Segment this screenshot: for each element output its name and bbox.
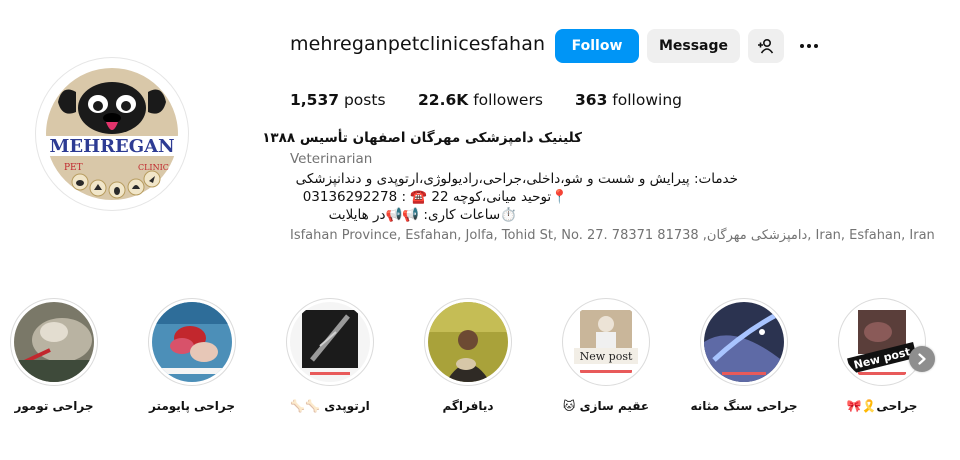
highlight-cover[interactable]: New post [562, 298, 650, 386]
chevron-right-icon [918, 353, 926, 365]
posts-count: 1,537 [290, 91, 340, 109]
highlight-cover[interactable] [286, 298, 374, 386]
highlight-item[interactable]: ارتوپدی 🦴🦴 [284, 298, 376, 413]
highlight-label: ارتوپدی 🦴🦴 [290, 399, 370, 413]
followers-count: 22.6K [418, 91, 469, 109]
posts-stat: 1,537 posts [290, 91, 386, 109]
highlight-label: جراحی تومور [14, 399, 94, 413]
following-stat[interactable]: 363 following [575, 91, 682, 109]
following-label: following [612, 91, 682, 109]
avatar-pet-text: PET [64, 163, 83, 173]
more-options-icon [800, 44, 804, 48]
highlight-label: جراحی پایومتر [148, 399, 236, 413]
profile-avatar[interactable]: MEHREGAN PET CLINIC [36, 58, 188, 210]
highlights-next-button[interactable] [909, 346, 935, 372]
following-count: 363 [575, 91, 608, 109]
highlight-cover[interactable] [10, 298, 98, 386]
highlight-item[interactable]: New post جراحی🎗️🎀 [836, 298, 928, 413]
message-button[interactable]: Message [647, 29, 740, 63]
add-person-icon [758, 38, 774, 54]
avatar-logo-text: MEHREGAN [49, 136, 174, 157]
highlight-item[interactable]: New post عقیم سازی 🐱 [560, 298, 652, 413]
highlight-item[interactable]: جراحی تومور [8, 298, 100, 413]
highlight-cover[interactable] [148, 298, 236, 386]
highlight-image: New post [842, 302, 922, 382]
highlight-image [290, 302, 370, 382]
follow-button[interactable]: Follow [555, 29, 639, 63]
highlight-label: دیافراگم [442, 399, 494, 413]
highlight-item[interactable]: دیافراگم [422, 298, 514, 413]
highlight-label: جراحی🎗️🎀 [846, 399, 918, 413]
posts-label: posts [343, 91, 386, 109]
clinic-logo: MEHREGAN PET CLINIC [40, 62, 184, 206]
bio-hours-line: ⏱️ساعات کاری: 📢📢در هایلایت [328, 207, 517, 223]
location-link[interactable]: Isfahan Province, Esfahan, Jolfa, Tohid … [290, 228, 935, 243]
suggest-accounts-button[interactable] [748, 29, 784, 63]
followers-stat[interactable]: 22.6K followers [418, 91, 543, 109]
highlight-label: جراحی سنگ مثانه [690, 399, 798, 413]
more-dot [814, 44, 818, 48]
highlight-image [704, 302, 784, 382]
highlight-item[interactable]: جراحی سنگ مثانه [691, 298, 797, 413]
profile-category: Veterinarian [290, 151, 373, 167]
highlight-cover[interactable] [424, 298, 512, 386]
profile-full-name: کلینیک دامپزشکی مهرگان اصفهان تأسیس ۱۳۸۸ [262, 130, 582, 146]
highlight-image [428, 302, 508, 382]
followers-label: followers [473, 91, 543, 109]
bio-services-line: خدمات: پیرایش و شست و شو،داخلی،جراحی،راد… [295, 171, 738, 187]
highlight-image: New post [566, 302, 646, 382]
highlight-cover[interactable]: New post [838, 298, 926, 386]
profile-username: mehreganpetclinicesfahan [290, 33, 546, 55]
highlight-image [152, 302, 232, 382]
highlight-label: عقیم سازی 🐱 [562, 399, 650, 413]
more-dot [807, 44, 811, 48]
highlight-item[interactable]: جراحی پایومتر [146, 298, 238, 413]
bio-address-phone-line: 📍توحید میانی،کوچه 22 ☎️ : 03136292278 [302, 189, 568, 205]
highlight-image [14, 302, 94, 382]
highlight-cover[interactable] [700, 298, 788, 386]
new-post-badge: New post [580, 350, 633, 363]
more-options-button[interactable] [796, 36, 822, 56]
